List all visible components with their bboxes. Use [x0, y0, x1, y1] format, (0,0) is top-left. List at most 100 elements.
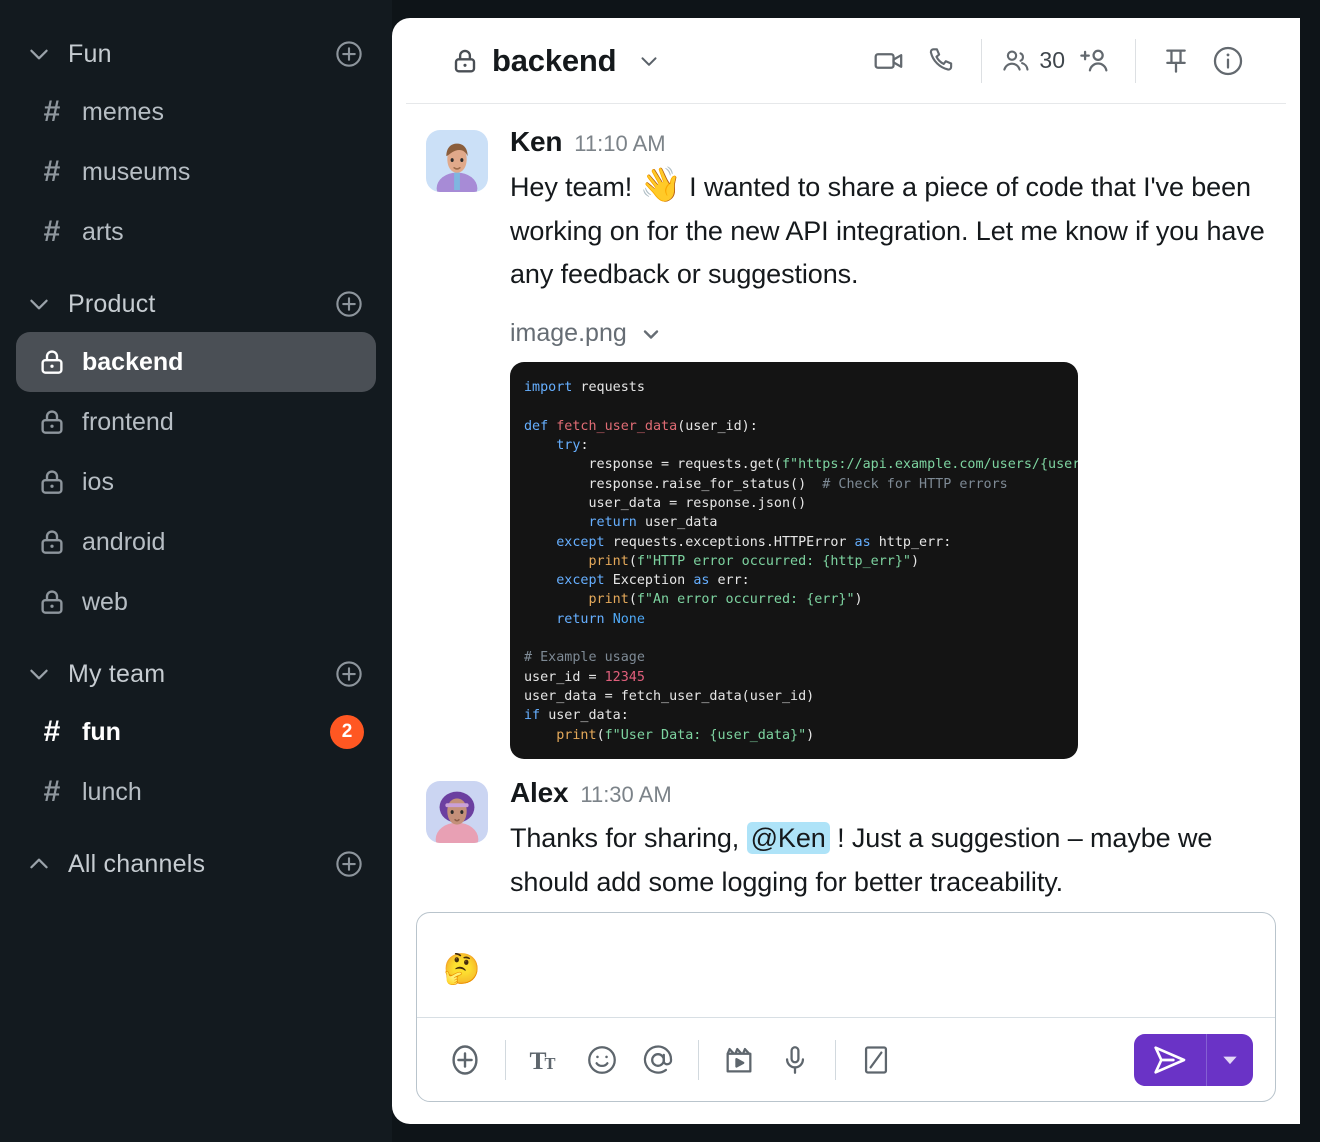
- header-actions: 30: [863, 35, 1254, 87]
- sidebar-item-label: frontend: [82, 407, 174, 436]
- sidebar-group-label: Product: [68, 289, 156, 318]
- sidebar-item-label: backend: [82, 347, 184, 376]
- chat-panel: backend 30 Ken 11:10 AM Hey team! 👋 I wa…: [392, 18, 1300, 1124]
- message-text-before: Thanks for sharing,: [510, 822, 747, 853]
- sidebar-group-label: All channels: [68, 849, 206, 878]
- waving-hand-emoji: 👋: [639, 166, 682, 204]
- message-author: Ken: [510, 126, 563, 157]
- unread-badge: 2: [330, 715, 364, 749]
- sidebar-group-product[interactable]: Product: [0, 276, 392, 332]
- send-button-group: [1134, 1033, 1253, 1086]
- message-text: Thanks for sharing, @Ken ! Just a sugges…: [510, 817, 1266, 900]
- message-ken: Ken 11:10 AM Hey team! 👋 I wanted to sha…: [426, 126, 1266, 759]
- lock-icon: [28, 467, 76, 497]
- lock-icon: [450, 46, 480, 76]
- send-options-button[interactable]: [1207, 1034, 1253, 1086]
- sidebar-group-label: My team: [68, 659, 166, 688]
- avatar[interactable]: [426, 130, 488, 192]
- plus-circle-icon[interactable]: [334, 659, 364, 689]
- message-timestamp: 11:10 AM: [574, 131, 666, 156]
- toolbar-divider: [835, 1039, 836, 1080]
- sidebar-group-fun[interactable]: Fun: [0, 26, 392, 82]
- message-header: Alex 11:30 AM: [510, 777, 1266, 809]
- header-divider: [1135, 38, 1136, 83]
- hash-icon: #: [43, 215, 61, 248]
- page-title: backend: [492, 42, 617, 78]
- sidebar-item-label: web: [82, 587, 128, 616]
- attachment-filename[interactable]: image.png: [510, 319, 1266, 348]
- sidebar-item-memes[interactable]: # memes: [16, 82, 376, 142]
- code-snippet: import requests def fetch_user_data(user…: [524, 380, 1078, 743]
- message-text-before: Hey team!: [510, 172, 640, 202]
- message-alex: Alex 11:30 AM Thanks for sharing, @Ken !…: [426, 777, 1266, 900]
- mention-chip[interactable]: @Ken: [746, 821, 830, 854]
- plus-circle-icon[interactable]: [334, 39, 364, 69]
- text-format-icon[interactable]: TT: [520, 1034, 572, 1086]
- toolbar-divider: [698, 1039, 699, 1080]
- hash-icon: #: [43, 155, 61, 188]
- phone-icon[interactable]: [915, 35, 967, 87]
- chat-app-window: Fun # memes # museums # arts Product bac…: [0, 0, 1320, 1142]
- video-camera-icon[interactable]: [863, 35, 915, 87]
- sidebar: Fun # memes # museums # arts Product bac…: [0, 0, 392, 1142]
- sidebar-item-frontend[interactable]: frontend: [16, 392, 376, 452]
- info-circle-icon[interactable]: [1202, 35, 1254, 87]
- composer: 🤔 TT: [416, 912, 1276, 1102]
- chevron-down-icon[interactable]: [26, 41, 64, 67]
- sidebar-item-label: arts: [82, 217, 124, 246]
- message-body: Alex 11:30 AM Thanks for sharing, @Ken !…: [510, 777, 1266, 900]
- attachment-label: image.png: [510, 319, 627, 348]
- hash-icon: #: [43, 715, 61, 748]
- members-button[interactable]: 30: [996, 45, 1069, 77]
- emoji-icon[interactable]: [576, 1034, 628, 1086]
- message-input[interactable]: 🤔: [417, 913, 1275, 1017]
- channel-title-dropdown[interactable]: backend: [450, 43, 662, 79]
- sidebar-item-web[interactable]: web: [16, 572, 376, 632]
- whiteboard-icon[interactable]: [850, 1034, 902, 1086]
- lock-icon: [28, 527, 76, 557]
- chevron-down-icon[interactable]: [636, 48, 662, 74]
- plus-circle-icon[interactable]: [334, 849, 364, 879]
- sidebar-item-label: lunch: [82, 777, 142, 806]
- sidebar-item-backend[interactable]: backend: [16, 332, 376, 392]
- chevron-up-icon[interactable]: [26, 851, 64, 877]
- pin-icon[interactable]: [1150, 35, 1202, 87]
- sidebar-item-fun[interactable]: # fun 2: [16, 702, 376, 762]
- hash-icon: #: [43, 775, 61, 808]
- plus-circle-icon[interactable]: [334, 289, 364, 319]
- sidebar-group-label: Fun: [68, 39, 112, 68]
- chevron-down-icon[interactable]: [639, 322, 663, 346]
- send-button[interactable]: [1134, 1034, 1206, 1086]
- code-attachment[interactable]: import requests def fetch_user_data(user…: [510, 362, 1078, 759]
- chevron-down-icon[interactable]: [26, 291, 64, 317]
- message-author: Alex: [510, 776, 569, 808]
- sidebar-group-my-team[interactable]: My team: [0, 646, 392, 702]
- sidebar-item-label: fun: [82, 717, 121, 746]
- mention-icon[interactable]: [632, 1034, 684, 1086]
- microphone-icon[interactable]: [769, 1034, 821, 1086]
- video-clip-icon[interactable]: [713, 1034, 765, 1086]
- add-person-icon[interactable]: [1069, 35, 1121, 87]
- sidebar-item-android[interactable]: android: [16, 512, 376, 572]
- chevron-down-icon[interactable]: [26, 661, 64, 687]
- sidebar-item-label: android: [82, 527, 166, 556]
- sidebar-item-arts[interactable]: # arts: [16, 202, 376, 262]
- svg-text:T: T: [545, 1054, 556, 1073]
- message-list: Ken 11:10 AM Hey team! 👋 I wanted to sha…: [392, 104, 1300, 900]
- composer-toolbar: TT: [417, 1017, 1275, 1101]
- sidebar-item-museums[interactable]: # museums: [16, 142, 376, 202]
- toolbar-divider: [505, 1039, 506, 1080]
- sidebar-item-label: ios: [82, 467, 114, 496]
- message-text: Hey team! 👋 I wanted to share a piece of…: [510, 166, 1266, 297]
- people-icon: [1000, 45, 1032, 77]
- header-divider: [981, 38, 983, 83]
- sidebar-item-lunch[interactable]: # lunch: [16, 762, 376, 822]
- sidebar-group-all-channels[interactable]: All channels: [0, 836, 392, 892]
- sidebar-item-ios[interactable]: ios: [16, 452, 376, 512]
- avatar[interactable]: [426, 780, 488, 843]
- attach-plus-icon[interactable]: [439, 1034, 491, 1086]
- message-header: Ken 11:10 AM: [510, 126, 1266, 158]
